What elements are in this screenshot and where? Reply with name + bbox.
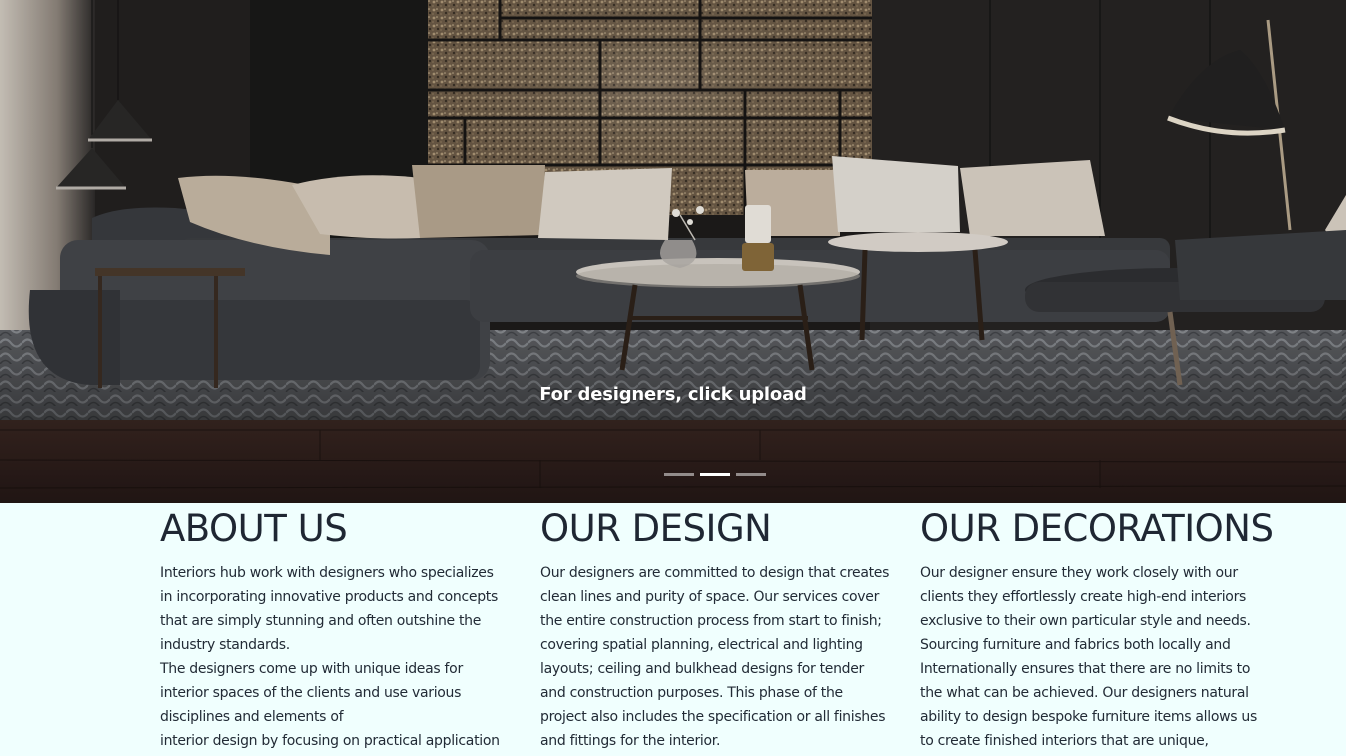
text-line: ability to design bespoke furniture item… xyxy=(920,709,1257,725)
text-line: to create finished interiors that are un… xyxy=(920,733,1209,749)
text-line: that are simply stunning and often outsh… xyxy=(160,613,482,629)
text-line: clients they effortlessly create high-en… xyxy=(920,589,1247,605)
text-line: the entire construction process from sta… xyxy=(540,613,882,629)
our-decorations-text: Our designer ensure they work closely wi… xyxy=(920,561,1280,753)
about-us-column: ABOUT US Interiors hub work with designe… xyxy=(160,507,520,753)
text-line: The designers come up with unique ideas … xyxy=(160,661,463,677)
text-line: the what can be achieved. Our designers … xyxy=(920,685,1249,701)
page: For designers, click upload ABOUT US Int… xyxy=(0,0,1346,756)
our-design-heading: OUR DESIGN xyxy=(540,507,772,550)
info-section: ABOUT US Interiors hub work with designe… xyxy=(0,503,1346,756)
text-line: Internationally ensures that there are n… xyxy=(920,661,1251,677)
text-line: exclusive to their own particular style … xyxy=(920,613,1251,629)
our-decorations-heading: OUR DECORATIONS xyxy=(920,507,1274,550)
our-design-column: OUR DESIGN Our designers are committed t… xyxy=(540,507,900,753)
text-line: in incorporating innovative products and… xyxy=(160,589,498,605)
text-line: clean lines and purity of space. Our ser… xyxy=(540,589,880,605)
text-line: Our designers are committed to design th… xyxy=(540,565,890,581)
carousel-indicator-2[interactable] xyxy=(700,473,730,476)
about-us-text: Interiors hub work with designers who sp… xyxy=(160,561,520,753)
text-line: interior spaces of the clients and use v… xyxy=(160,685,462,701)
text-line: Interiors hub work with designers who sp… xyxy=(160,565,494,581)
about-us-heading: ABOUT US xyxy=(160,507,348,550)
text-line: disciplines and elements of xyxy=(160,709,344,725)
text-line: layouts; ceiling and bulkhead designs fo… xyxy=(540,661,864,677)
text-line: and construction purposes. This phase of… xyxy=(540,685,843,701)
our-design-text: Our designers are committed to design th… xyxy=(540,561,900,753)
text-line: industry standards. xyxy=(160,637,290,653)
carousel-indicators xyxy=(664,473,766,476)
text-line: covering spatial planning, electrical an… xyxy=(540,637,863,653)
text-line: and fittings for the interior. xyxy=(540,733,721,749)
text-line: Our designer ensure they work closely wi… xyxy=(920,565,1238,581)
our-decorations-column: OUR DECORATIONS Our designer ensure they… xyxy=(920,507,1280,753)
text-line: Sourcing furniture and fabrics both loca… xyxy=(920,637,1231,653)
carousel-indicator-3[interactable] xyxy=(736,473,766,476)
carousel-caption: For designers, click upload xyxy=(539,384,807,405)
hero-carousel[interactable]: For designers, click upload xyxy=(0,0,1346,503)
text-line: project also includes the specification … xyxy=(540,709,886,725)
living-room-photo xyxy=(0,0,1346,503)
carousel-indicator-1[interactable] xyxy=(664,473,694,476)
text-line: interior design by focusing on practical… xyxy=(160,733,500,749)
